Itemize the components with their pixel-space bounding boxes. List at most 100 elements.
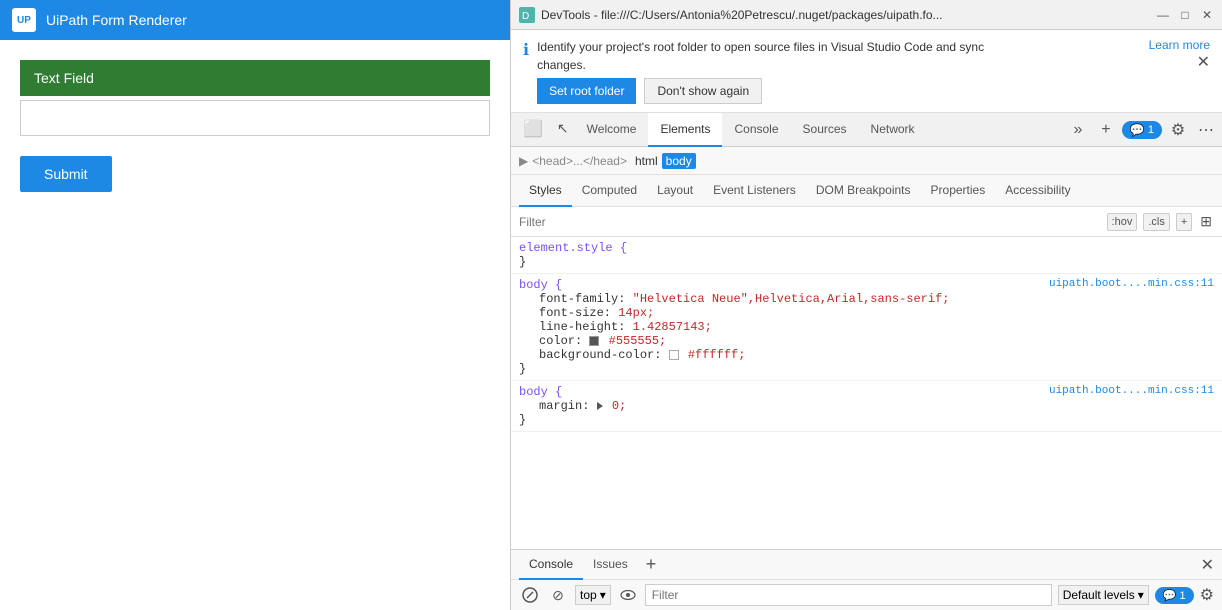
breadcrumb-body[interactable]: body [662, 153, 696, 169]
css-prop-name: color: [539, 334, 589, 348]
css-prop-line-height: line-height: 1.42857143; [519, 320, 1214, 334]
tab-accessibility[interactable]: Accessibility [995, 175, 1080, 207]
color-swatch-fff[interactable] [669, 350, 679, 360]
triangle-expand-icon[interactable] [597, 402, 603, 410]
tab-welcome[interactable]: Welcome [575, 113, 649, 147]
inspect-icon: ⬜ [523, 119, 543, 139]
css-prop-name: font-family: [539, 292, 633, 306]
new-style-button[interactable]: ⊞ [1198, 211, 1214, 232]
console-settings-button[interactable]: ⚙ [1200, 585, 1214, 605]
tab-computed[interactable]: Computed [572, 175, 647, 207]
color-swatch-555[interactable] [589, 336, 599, 346]
maximize-button[interactable]: □ [1178, 8, 1192, 22]
breadcrumb-partial: <head>...</head> [532, 154, 627, 168]
info-text-line2: changes. [537, 56, 1141, 74]
css-prop-value: 1.42857143; [633, 320, 712, 334]
set-root-button[interactable]: Set root folder [537, 78, 636, 104]
info-banner: ℹ Identify your project's root folder to… [511, 30, 1222, 113]
console-badge-icon: 💬 [1163, 590, 1177, 602]
console-toolbar: ⊘ top ▾ Default levels ▾ 💬 [511, 580, 1222, 610]
css-selector: element.style { [519, 241, 627, 255]
default-levels-selector[interactable]: Default levels ▾ [1058, 585, 1149, 605]
learn-more-link[interactable]: Learn more [1149, 38, 1210, 52]
more-tabs-button[interactable]: » [1066, 118, 1090, 142]
add-bottom-tab-button[interactable]: + [638, 554, 665, 575]
dont-show-button[interactable]: Don't show again [644, 78, 762, 104]
close-bottom-panel-button[interactable]: ✕ [1201, 555, 1214, 575]
style-tabs: Styles Computed Layout Event Listeners D… [511, 175, 1222, 207]
submit-button[interactable]: Submit [20, 156, 112, 192]
block-console-button[interactable]: ⊘ [547, 584, 569, 606]
tab-welcome-label: Welcome [587, 122, 637, 136]
tab-properties[interactable]: Properties [921, 175, 996, 207]
tab-inspect-icon[interactable]: ⬜ [515, 113, 551, 147]
css-prop-name: line-height: [539, 320, 633, 334]
info-text-line1: Identify your project's root folder to o… [537, 38, 1141, 56]
devtools-panel: D DevTools - file:///C:/Users/Antonia%20… [510, 0, 1222, 610]
clear-icon [522, 587, 538, 603]
css-prop-value: "Helvetica Neue",Helvetica,Arial,sans-se… [633, 292, 950, 306]
css-body-selector-1: body { [519, 278, 562, 292]
devtools-titlebar: D DevTools - file:///C:/Users/Antonia%20… [511, 0, 1222, 30]
css-prop-margin: margin: 0; [519, 399, 1214, 413]
clear-console-button[interactable] [519, 584, 541, 606]
css-source-2[interactable]: uipath.boot....min.css:11 [1049, 385, 1214, 397]
close-button[interactable]: ✕ [1200, 8, 1214, 22]
tab-sources-label: Sources [803, 122, 847, 136]
eye-icon [620, 590, 636, 600]
text-field-input[interactable] [20, 100, 490, 136]
css-block-body-1: body { uipath.boot....min.css:11 font-fa… [511, 274, 1222, 381]
form-content: Text Field Submit [0, 40, 510, 610]
css-body-selector-2: body { [519, 385, 562, 399]
tab-styles[interactable]: Styles [519, 175, 572, 207]
tab-elements[interactable]: Elements [648, 113, 722, 147]
add-rule-button[interactable]: + [1176, 213, 1192, 231]
tab-cursor-icon[interactable]: ↖ [551, 113, 575, 147]
left-panel: UP UiPath Form Renderer Text Field Submi… [0, 0, 510, 610]
console-badge-count: 1 [1180, 590, 1186, 602]
css-prop-bg-color: background-color: #ffffff; [519, 348, 1214, 362]
default-levels-label: Default levels [1063, 588, 1135, 602]
eye-visibility-button[interactable] [617, 584, 639, 606]
tab-network-label: Network [871, 122, 915, 136]
top-context-selector[interactable]: top ▾ [575, 585, 611, 605]
console-badge[interactable]: 💬 1 [1155, 587, 1194, 604]
console-filter-input[interactable] [645, 584, 1052, 606]
css-prop-name: background-color: [539, 348, 669, 362]
close-banner-button[interactable]: ✕ [1197, 52, 1210, 72]
tab-controls: » + 💬 1 ⚙ ⋯ [1066, 118, 1218, 142]
tab-layout[interactable]: Layout [647, 175, 703, 207]
more-options-button[interactable]: ⋯ [1194, 118, 1218, 142]
breadcrumb-expand-arrow[interactable]: ▶ [519, 154, 528, 168]
tab-event-listeners[interactable]: Event Listeners [703, 175, 806, 207]
tab-console-label: Console [734, 122, 778, 136]
filter-bar: :hov .cls + ⊞ [511, 207, 1222, 237]
css-prop-value: #ffffff; [688, 348, 746, 362]
devtools-main-tabs: ⬜ ↖ Welcome Elements Console Sources Net… [511, 113, 1222, 147]
cls-filter-button[interactable]: .cls [1143, 213, 1170, 231]
filter-controls: :hov .cls + ⊞ [1107, 211, 1214, 232]
css-prop-value: 0; [612, 399, 626, 413]
hov-filter-button[interactable]: :hov [1107, 213, 1138, 231]
minimize-button[interactable]: — [1156, 8, 1170, 22]
notification-badge[interactable]: 💬 1 [1122, 121, 1162, 139]
text-field-label: Text Field [20, 60, 490, 96]
settings-button[interactable]: ⚙ [1166, 118, 1190, 142]
breadcrumb-html[interactable]: html [631, 153, 662, 169]
tab-elements-label: Elements [660, 122, 710, 136]
window-controls: — □ ✕ [1156, 8, 1214, 22]
notification-badge-icon: 💬 [1130, 123, 1145, 137]
tab-sources[interactable]: Sources [791, 113, 859, 147]
css-source-1[interactable]: uipath.boot....min.css:11 [1049, 278, 1214, 290]
tab-bottom-issues[interactable]: Issues [583, 550, 638, 580]
new-tab-button[interactable]: + [1094, 118, 1118, 142]
top-label: top [580, 588, 597, 602]
tab-console[interactable]: Console [722, 113, 790, 147]
breadcrumb-bar: ▶ <head>...</head> html body [511, 147, 1222, 175]
css-filter-input[interactable] [519, 215, 1107, 229]
css-prop-color: color: #555555; [519, 334, 1214, 348]
levels-dropdown-arrow: ▾ [1138, 588, 1144, 602]
tab-network[interactable]: Network [859, 113, 927, 147]
tab-bottom-console[interactable]: Console [519, 550, 583, 580]
tab-dom-breakpoints[interactable]: DOM Breakpoints [806, 175, 921, 207]
